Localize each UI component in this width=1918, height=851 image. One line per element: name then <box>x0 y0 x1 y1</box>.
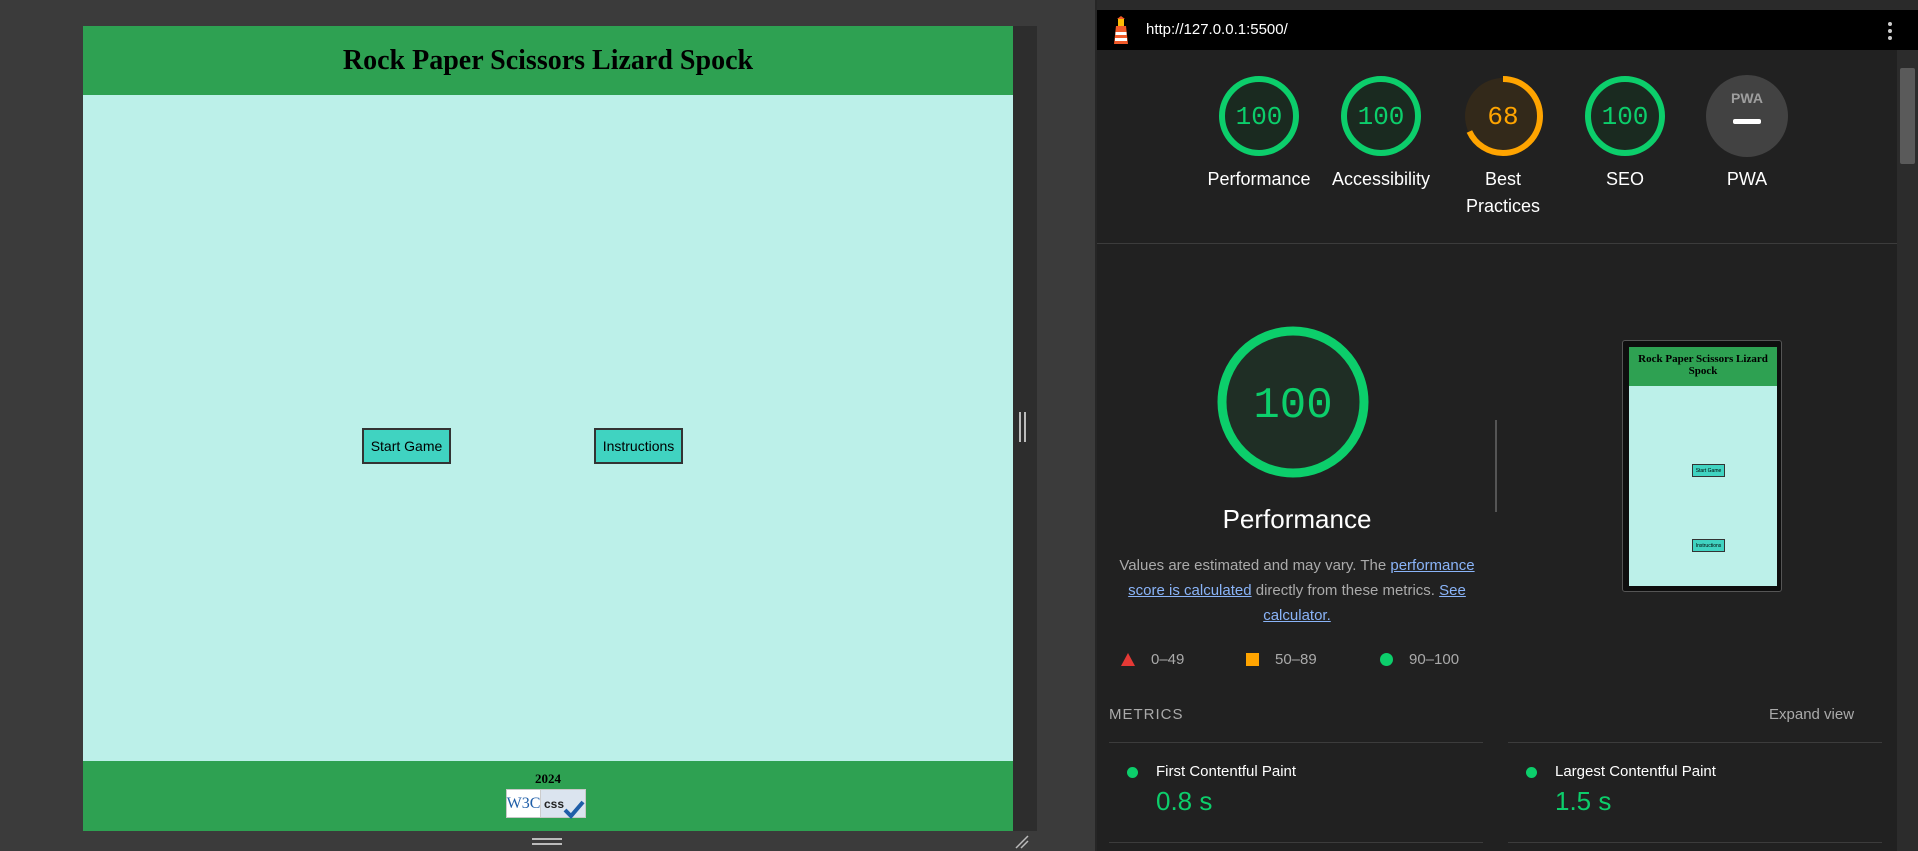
expand-view-toggle[interactable]: Expand view <box>1769 706 1854 723</box>
site-main-area: Start Game Instructions <box>83 95 1013 761</box>
pwa-icon: PWA <box>1706 75 1788 157</box>
metric-divider <box>1508 842 1882 843</box>
metric-divider <box>1109 842 1483 843</box>
performance-score: 100 <box>1236 102 1283 132</box>
legend-pass-range: 90–100 <box>1409 651 1460 668</box>
metric-value: 0.8 s <box>1156 786 1213 816</box>
report-url[interactable]: http://127.0.0.1:5500/ <box>1146 21 1288 38</box>
legend-pass: 90–100 <box>1380 651 1459 668</box>
metric-fcp: First Contentful Paint 0.8 s <box>1109 742 1483 851</box>
best-practices-score: 68 <box>1487 102 1518 132</box>
thumbnail-instructions-button: Instructions <box>1692 539 1725 552</box>
performance-big-gauge: 100 <box>1213 322 1373 487</box>
seo-gauge[interactable]: 100 SEO <box>1563 74 1687 193</box>
performance-big-score: 100 <box>1253 381 1332 431</box>
performance-section-title: Performance <box>1222 504 1372 534</box>
legend-average: 50–89 <box>1246 651 1317 668</box>
site-footer: 2024 W3C css <box>83 761 1013 831</box>
footer-year: 2024 <box>535 771 561 786</box>
legend-fail: 0–49 <box>1121 651 1184 668</box>
w3c-css-badge[interactable]: W3C css <box>506 789 586 819</box>
accessibility-gauge[interactable]: 100 Accessibility <box>1319 74 1443 193</box>
start-game-button[interactable]: Start Game <box>362 428 451 464</box>
final-screenshot-thumbnail[interactable]: Rock Paper Scissors Lizard Spock Start G… <box>1622 340 1782 592</box>
accessibility-gauge-ring: 100 <box>1341 76 1421 156</box>
checkmark-icon <box>563 800 585 819</box>
metric-name: First Contentful Paint <box>1156 763 1297 780</box>
site-title: Rock Paper Scissors Lizard Spock <box>342 44 754 76</box>
accessibility-label: Accessibility <box>1331 169 1431 189</box>
score-legend: 0–49 50–89 90–100 <box>1121 651 1501 671</box>
accessibility-score: 100 <box>1358 102 1405 132</box>
lighthouse-icon <box>1114 16 1128 44</box>
report-url-bar: http://127.0.0.1:5500/ <box>1097 10 1918 50</box>
pass-dot-icon <box>1127 767 1138 778</box>
report-scrollbar[interactable] <box>1897 50 1918 851</box>
devtools-topbar <box>1097 0 1918 10</box>
performance-label: Performance <box>1207 169 1311 189</box>
seo-label: SEO <box>1605 169 1644 189</box>
legend-average-range: 50–89 <box>1275 651 1317 668</box>
performance-description: Values are estimated and may vary. The p… <box>1107 553 1487 628</box>
legend-fail-range: 0–49 <box>1151 651 1185 668</box>
thumbnail-page: Rock Paper Scissors Lizard Spock Start G… <box>1629 347 1777 586</box>
best-practices-gauge[interactable]: 68 Best Practices <box>1441 74 1565 220</box>
description-text: Values are estimated and may vary. The <box>1119 557 1391 574</box>
performance-gauge[interactable]: 100 Performance <box>1197 74 1321 193</box>
pwa-label: PWA <box>1726 169 1768 189</box>
seo-gauge-ring: 100 <box>1585 76 1665 156</box>
best-practices-label: Best Practices <box>1465 169 1541 216</box>
average-square-icon <box>1246 653 1259 666</box>
page-viewport: Rock Paper Scissors Lizard Spock Start G… <box>83 26 1013 831</box>
css-badge-text: css <box>544 796 565 811</box>
lighthouse-report: http://127.0.0.1:5500/ 100 Performance 1… <box>1097 0 1918 851</box>
summary-divider <box>1097 243 1897 244</box>
pwa-gauge[interactable]: PWA PWA <box>1685 74 1809 193</box>
metrics-heading: METRICS <box>1109 706 1184 723</box>
fail-triangle-icon <box>1121 653 1135 666</box>
thumbnail-start-button: Start Game <box>1692 464 1725 477</box>
resize-corner-icon[interactable] <box>1013 833 1029 849</box>
page-preview-pane: Rock Paper Scissors Lizard Spock Start G… <box>0 0 1095 851</box>
metric-name: Largest Contentful Paint <box>1555 763 1716 780</box>
performance-gauge-ring: 100 <box>1219 76 1299 156</box>
performance-big-gauge-ring: 100 <box>1217 326 1369 478</box>
metric-value: 1.5 s <box>1555 786 1612 816</box>
site-header: Rock Paper Scissors Lizard Spock <box>83 26 1013 95</box>
section-separator <box>1495 420 1497 512</box>
pass-dot-icon <box>1526 767 1537 778</box>
resize-handle-vertical-icon[interactable] <box>1019 412 1027 444</box>
w3c-logo-text: W3C <box>507 790 541 817</box>
more-options-icon[interactable] <box>1887 20 1893 42</box>
metric-lcp: Largest Contentful Paint 1.5 s <box>1508 742 1882 851</box>
best-practices-gauge-ring: 68 <box>1463 76 1543 156</box>
resize-handle-horizontal-icon[interactable] <box>532 838 564 846</box>
description-text-2: directly from these metrics. <box>1251 582 1440 599</box>
instructions-button[interactable]: Instructions <box>594 428 683 464</box>
pwa-icon-text: PWA <box>1731 90 1763 106</box>
seo-score: 100 <box>1602 102 1649 132</box>
scrollbar-thumb[interactable] <box>1900 68 1915 164</box>
thumbnail-title: Rock Paper Scissors Lizard Spock <box>1629 347 1777 386</box>
css-badge-label: css <box>541 790 585 819</box>
pass-circle-icon <box>1380 653 1393 666</box>
